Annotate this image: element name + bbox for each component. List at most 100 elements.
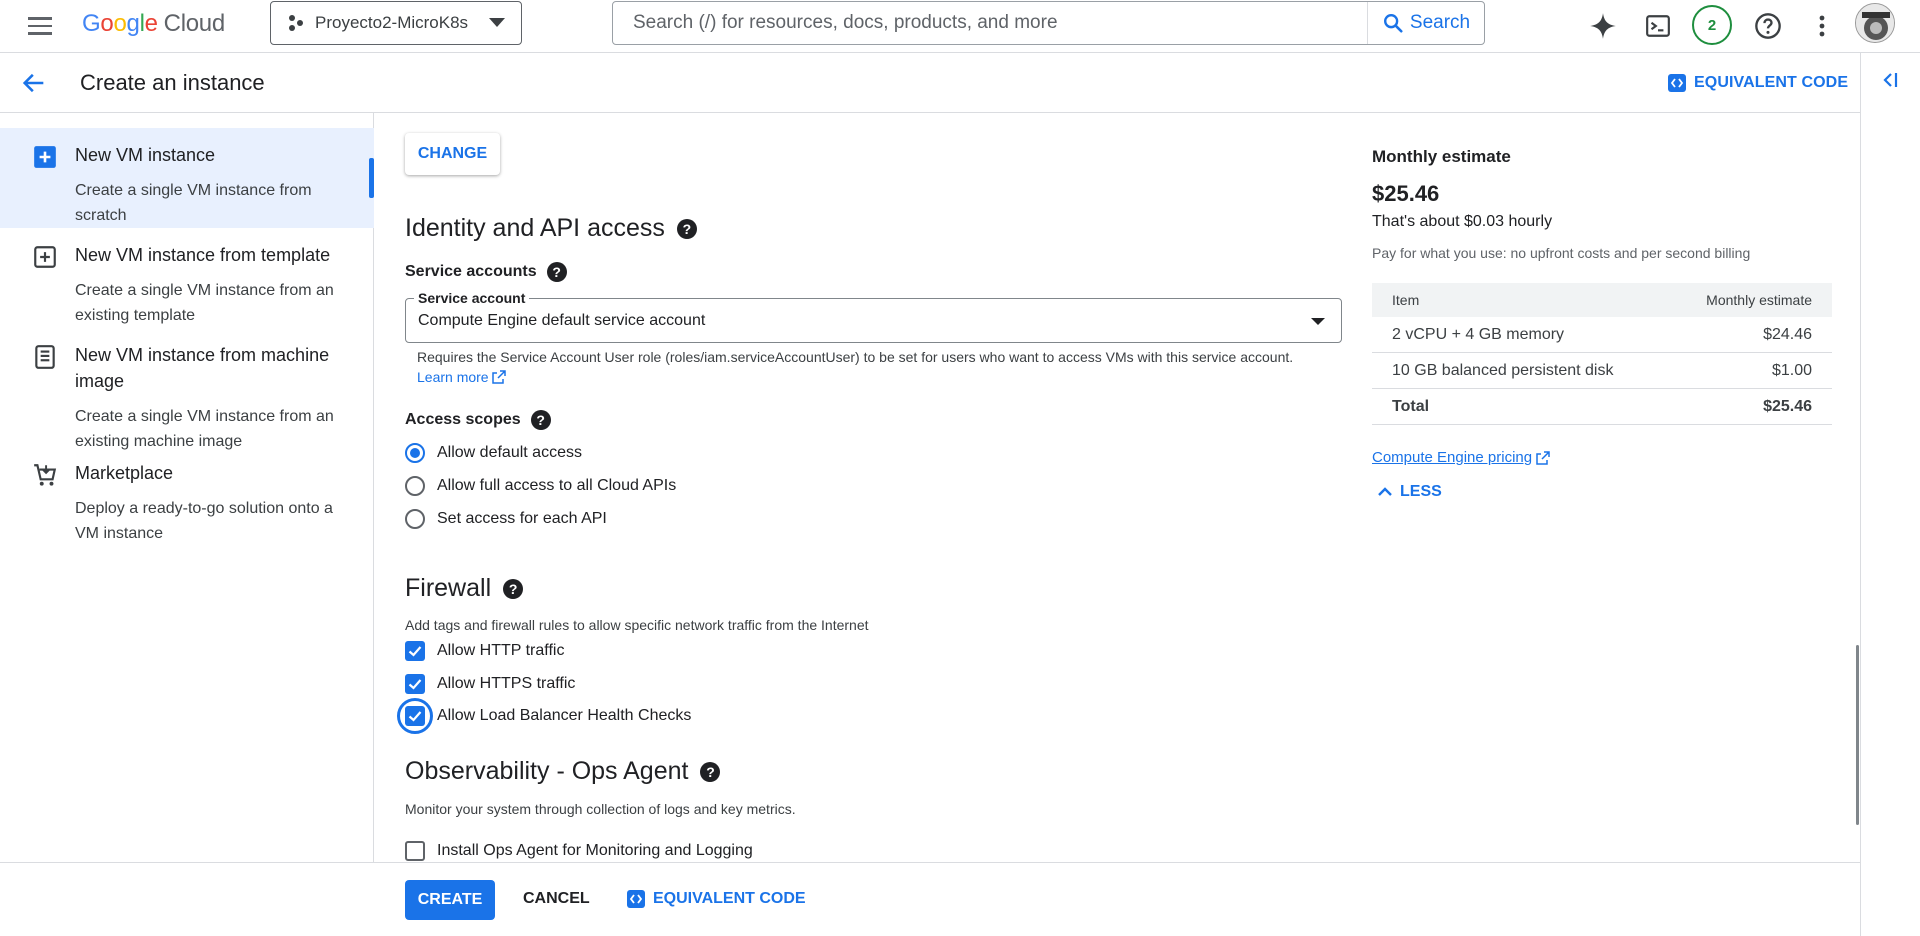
avatar[interactable]: [1855, 3, 1895, 43]
estimate-note: Pay for what you use: no upfront costs a…: [1372, 245, 1751, 261]
dropdown-arrow-icon: [1311, 318, 1325, 325]
help-icon[interactable]: ?: [546, 262, 567, 282]
compute-engine-pricing-link[interactable]: Compute Engine pricing: [1372, 449, 1550, 466]
firewall-description: Add tags and firewall rules to allow spe…: [405, 617, 869, 633]
table-row: 2 vCPU + 4 GB memory $24.46: [1372, 317, 1832, 353]
radio-button[interactable]: [405, 476, 425, 496]
scrollbar-thumb[interactable]: [1856, 645, 1859, 825]
notifications-badge[interactable]: 2: [1692, 5, 1732, 45]
equivalent-code-button[interactable]: EQUIVALENT CODE: [1668, 74, 1848, 92]
checkmark-icon: [408, 646, 422, 657]
less-button[interactable]: LESS: [1376, 483, 1442, 501]
learn-more-link[interactable]: Learn more: [417, 369, 489, 385]
nav-item-from-template[interactable]: New VM instance from template Create a s…: [0, 228, 374, 328]
add-template-icon: [34, 246, 56, 268]
change-button[interactable]: CHANGE: [405, 133, 500, 175]
spark-icon[interactable]: [1585, 8, 1621, 44]
field-label-text: Access scopes: [405, 411, 521, 428]
nav-item-marketplace[interactable]: Marketplace Deploy a ready-to-go solutio…: [0, 446, 374, 546]
row-cost: $1.00: [1771, 361, 1812, 379]
help-icon[interactable]: ?: [530, 410, 551, 430]
checkmark-icon: [408, 711, 422, 722]
terminal-icon[interactable]: [1640, 8, 1676, 44]
help-icon[interactable]: [1750, 8, 1786, 44]
nav-item-title: Marketplace: [75, 463, 174, 483]
collapse-panel-icon[interactable]: [1879, 69, 1901, 91]
top-bar: GoogleCloud Proyecto2-MicroK8s Search 2: [0, 0, 1920, 53]
equivalent-code-label: EQUIVALENT CODE: [1694, 74, 1849, 91]
project-picker[interactable]: Proyecto2-MicroK8s: [270, 1, 522, 45]
radio-button[interactable]: [405, 509, 425, 529]
action-footer: CREATE CANCEL EQUIVALENT CODE: [0, 862, 1860, 936]
nav-item-title: New VM instance from machine image: [75, 345, 330, 391]
checkbox-allow-http[interactable]: Allow HTTP traffic: [405, 641, 564, 661]
checkbox-allow-lb-health-checks[interactable]: Allow Load Balancer Health Checks: [397, 698, 692, 734]
chevron-down-icon: [489, 18, 505, 27]
row-cost: $24.46: [1763, 325, 1812, 343]
external-link-icon: [492, 370, 507, 384]
code-icon: [1668, 74, 1686, 92]
service-account-select[interactable]: Service account Compute Engine default s…: [405, 290, 1342, 343]
column-header: Item: [1392, 292, 1420, 308]
checkbox[interactable]: [397, 698, 433, 734]
google-cloud-logo[interactable]: Google Cloud: [82, 10, 225, 38]
project-name: Proyecto2-MicroK8s: [315, 13, 469, 32]
column-header: Monthly estimate: [1706, 292, 1812, 308]
nav-item-title: New VM instance: [75, 145, 216, 165]
radio-button[interactable]: [405, 443, 425, 463]
cancel-button[interactable]: CANCEL: [523, 890, 590, 908]
code-icon: [627, 890, 645, 908]
page-header: Create an instance EQUIVALENT CODE: [0, 53, 1860, 113]
pricing-link-text: Compute Engine pricing: [1372, 449, 1533, 466]
menu-icon[interactable]: [28, 12, 56, 40]
instance-form: CHANGE Identity and API access ? Service…: [375, 113, 1345, 863]
total-value: $25.46: [1763, 397, 1812, 415]
nav-item-desc: Deploy a ready-to-go solution onto a VM …: [75, 500, 333, 542]
checkbox[interactable]: [405, 674, 425, 694]
cart-icon: [34, 464, 57, 486]
row-item: 10 GB balanced persistent disk: [1392, 361, 1614, 379]
help-icon[interactable]: ?: [676, 218, 697, 239]
checkbox[interactable]: [405, 841, 425, 861]
help-icon[interactable]: ?: [700, 761, 721, 782]
project-icon: [289, 15, 303, 31]
service-account-value: Compute Engine default service account: [418, 312, 706, 329]
help-icon[interactable]: ?: [503, 578, 524, 599]
back-arrow-icon[interactable]: [20, 69, 48, 97]
monthly-estimate-panel: Monthly estimate $25.46 That's about $0.…: [1372, 113, 1832, 713]
checkbox-allow-https[interactable]: Allow HTTPS traffic: [405, 674, 575, 694]
radio-label: Allow default access: [437, 444, 582, 461]
external-link-icon: [1536, 450, 1550, 465]
radio-set-access-each-api[interactable]: Set access for each API: [405, 509, 607, 529]
table-header-row: Item Monthly estimate: [1372, 283, 1832, 317]
search-button[interactable]: Search: [1367, 2, 1484, 44]
checkmark-icon: [408, 679, 422, 690]
search-input[interactable]: [613, 2, 1367, 44]
checkbox-ops-agent[interactable]: Install Ops Agent for Monitoring and Log…: [405, 841, 753, 861]
service-account-hint: Requires the Service Account User role (…: [417, 347, 1317, 387]
observability-section-title: Observability - Ops Agent ?: [405, 757, 721, 786]
page-title: Create an instance: [80, 70, 265, 95]
section-title-text: Identity and API access: [405, 214, 665, 242]
nav-item-new-vm[interactable]: New VM instance Create a single VM insta…: [0, 128, 374, 228]
add-box-icon: [34, 146, 56, 168]
table-total-row: Total $25.46: [1372, 389, 1832, 425]
estimate-table: Item Monthly estimate 2 vCPU + 4 GB memo…: [1372, 283, 1832, 425]
create-button[interactable]: CREATE: [405, 880, 495, 920]
nav-item-from-machine-image[interactable]: New VM instance from machine image Creat…: [0, 328, 374, 450]
checkbox[interactable]: [405, 641, 425, 661]
nav-item-desc: Create a single VM instance from scratch: [75, 182, 312, 224]
firewall-section-title: Firewall ?: [405, 574, 524, 603]
more-vert-icon[interactable]: [1804, 8, 1840, 44]
radio-allow-default-access[interactable]: Allow default access: [405, 443, 582, 463]
radio-label: Allow full access to all Cloud APIs: [437, 477, 677, 494]
total-label: Total: [1392, 397, 1430, 415]
chevron-up-icon: [1378, 487, 1392, 496]
radio-allow-full-access[interactable]: Allow full access to all Cloud APIs: [405, 476, 676, 496]
checkbox-label: Allow Load Balancer Health Checks: [437, 707, 692, 724]
search-icon: [1383, 14, 1403, 33]
equivalent-code-button-footer[interactable]: EQUIVALENT CODE: [627, 890, 806, 908]
machine-image-icon: [35, 345, 55, 369]
search-bar: Search: [612, 1, 1485, 45]
table-row: 10 GB balanced persistent disk $1.00: [1372, 353, 1832, 389]
